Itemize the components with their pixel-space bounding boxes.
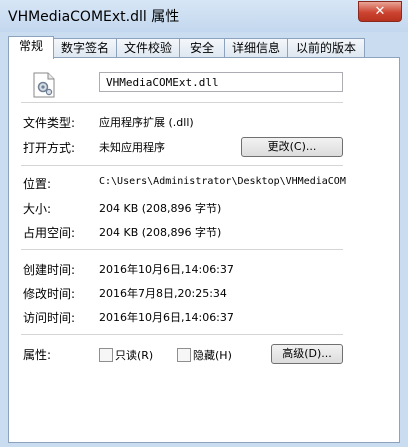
size-label: 大小: [23, 202, 52, 216]
created-label: 创建时间: [23, 263, 76, 277]
location-value: C:\Users\Administrator\Desktop\VHMediaCO… [99, 176, 346, 187]
tab-general[interactable]: 常规 [8, 36, 54, 59]
title-bar[interactable]: VHMediaCOMExt.dll 属性 ✕ [0, 0, 408, 32]
size-on-disk-label: 占用空间: [23, 226, 76, 240]
separator [21, 165, 343, 166]
readonly-label[interactable]: 只读(R) [115, 347, 153, 363]
separator [21, 334, 343, 335]
tab-previous-versions[interactable]: 以前的版本 [287, 38, 365, 58]
window-title: VHMediaCOMExt.dll 属性 [8, 9, 180, 25]
tab-strip: 常规 数字签名 文件校验 安全 详细信息 以前的版本 [8, 36, 400, 59]
hidden-checkbox[interactable] [177, 348, 191, 362]
accessed-value: 2016年10月6日,14:06:37 [99, 311, 234, 324]
tab-digital-signature[interactable]: 数字签名 [53, 38, 117, 58]
size-value: 204 KB (208,896 字节) [99, 202, 222, 215]
separator [21, 249, 343, 250]
tab-details[interactable]: 详细信息 [224, 38, 288, 58]
advanced-button[interactable]: 高级(D)... [271, 344, 343, 364]
separator [21, 102, 343, 103]
general-panel: VHMediaCOMExt.dll 文件类型: 应用程序扩展 (.dll) 打开… [8, 57, 400, 443]
close-icon: ✕ [374, 4, 386, 19]
location-label: 位置: [23, 177, 52, 191]
tab-file-checksum[interactable]: 文件校验 [116, 38, 180, 58]
change-button[interactable]: 更改(C)... [241, 137, 343, 157]
modified-value: 2016年7月8日,20:25:34 [99, 287, 227, 300]
tab-security[interactable]: 安全 [179, 38, 225, 58]
created-value: 2016年10月6日,14:06:37 [99, 263, 234, 276]
size-on-disk-value: 204 KB (208,896 字节) [99, 226, 222, 239]
attributes-label: 属性: [23, 348, 52, 362]
file-type-value: 应用程序扩展 (.dll) [99, 116, 194, 129]
dll-file-icon [33, 72, 55, 98]
modified-label: 修改时间: [23, 287, 76, 301]
open-with-label: 打开方式: [23, 141, 76, 155]
open-with-value: 未知应用程序 [99, 141, 165, 154]
hidden-label[interactable]: 隐藏(H) [193, 347, 232, 363]
readonly-checkbox[interactable] [99, 348, 113, 362]
close-button[interactable]: ✕ [358, 1, 402, 22]
file-type-label: 文件类型: [23, 116, 76, 130]
accessed-label: 访问时间: [23, 311, 76, 325]
filename-field[interactable]: VHMediaCOMExt.dll [99, 72, 343, 92]
